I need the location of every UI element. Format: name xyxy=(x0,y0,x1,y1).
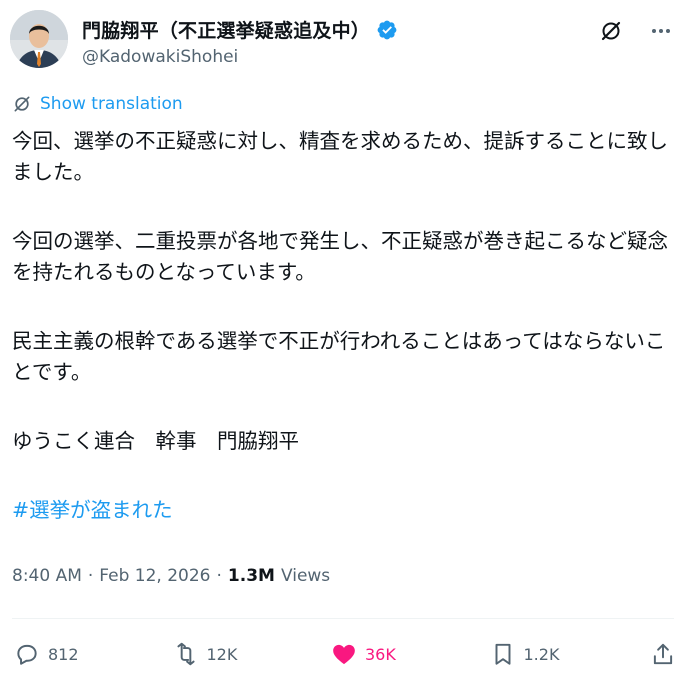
show-translation-link[interactable]: Show translation xyxy=(40,94,183,114)
tweet-card: 門脇翔平（不正選挙疑惑追及中） @KadowakiShohei Show tra… xyxy=(0,0,686,676)
more-icon[interactable] xyxy=(648,18,674,44)
author-info: 門脇翔平（不正選挙疑惑追及中） @KadowakiShohei xyxy=(82,16,398,67)
tweet-time[interactable]: 8:40 AM xyxy=(12,566,82,586)
header-actions xyxy=(598,18,674,44)
like-count: 36K xyxy=(365,644,396,664)
verified-badge-icon[interactable] xyxy=(376,19,398,41)
share-button[interactable] xyxy=(648,641,676,667)
meta-separator: · xyxy=(216,566,222,586)
action-bar: 812 12K 36K 1.2K xyxy=(14,636,676,672)
tweet-paragraph: 今回、選挙の不正疑惑に対し、精査を求めるため、提訴することに致しました。 xyxy=(12,129,668,184)
bookmark-icon xyxy=(495,643,510,665)
profile-photo xyxy=(10,10,68,68)
reply-button[interactable]: 812 xyxy=(14,641,124,667)
grok-icon[interactable] xyxy=(598,18,624,44)
meta-separator: · xyxy=(87,566,94,586)
display-name[interactable]: 門脇翔平（不正選挙疑惑追及中） xyxy=(82,16,370,43)
hashtag-link[interactable]: #選挙が盗まれた xyxy=(12,498,173,522)
reply-count: 812 xyxy=(48,644,79,664)
translate-icon xyxy=(14,96,30,112)
retweet-count: 12K xyxy=(206,644,238,664)
tweet-text: 今回、選挙の不正疑惑に対し、精査を求めるため、提訴することに致しました。 今回の… xyxy=(12,126,678,564)
tweet-date[interactable]: Feb 12, 2026 xyxy=(99,566,210,586)
tweet-paragraph: 今回の選挙、二重投票が各地で発生し、不正疑惑が巻き起こるなど疑念を持たれるものと… xyxy=(12,229,668,284)
reply-icon xyxy=(17,644,37,665)
bookmark-button[interactable]: 1.2K xyxy=(490,641,600,667)
like-button[interactable]: 36K xyxy=(331,641,441,667)
tweet-paragraph: 民主主義の根幹である選挙で不正が行われることはあってはならないことです。 xyxy=(12,329,666,384)
heart-icon xyxy=(333,644,355,665)
tweet-header: 門脇翔平（不正選挙疑惑追及中） @KadowakiShohei xyxy=(10,8,676,72)
tweet-signature: ゆうこく連合 幹事 門脇翔平 xyxy=(12,429,299,453)
translate-row: Show translation xyxy=(12,94,183,114)
avatar[interactable] xyxy=(10,10,68,68)
divider xyxy=(12,618,674,619)
retweet-button[interactable]: 12K xyxy=(173,641,283,667)
share-icon xyxy=(653,643,673,665)
handle[interactable]: @KadowakiShohei xyxy=(82,47,398,67)
tweet-meta: 8:40 AM · Feb 12, 2026 · 1.3M Views xyxy=(12,566,330,586)
bookmark-count: 1.2K xyxy=(523,644,560,664)
views-label: Views xyxy=(280,566,331,586)
views-count: 1.3M xyxy=(227,566,275,586)
retweet-icon xyxy=(176,642,195,666)
